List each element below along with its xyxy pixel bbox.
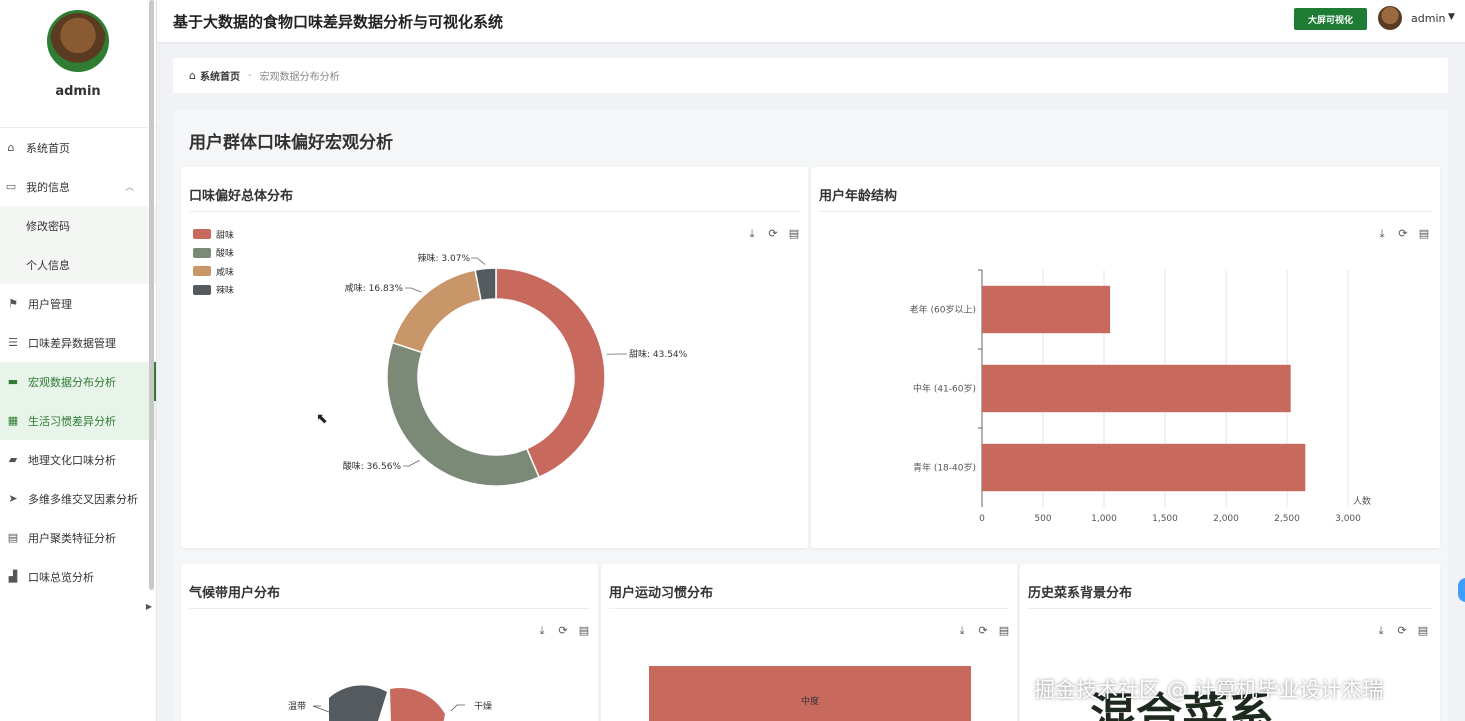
book-icon: ▰ [8, 453, 18, 466]
pie-slice-temperate [329, 685, 387, 721]
sidebar-item-cluster[interactable]: ▤ 用户聚类特征分析 [0, 518, 156, 557]
age-structure-card: 用户年龄结构 ⤓ ⟳ ▤ 0 500 1,000 1,500 2,000 2,500 3,0… [811, 167, 1440, 548]
sidebar-item-label: 多维多维交叉因素分析 [28, 492, 138, 506]
mouse-cursor: ⬉ [316, 411, 328, 427]
sidebar-item-label: 用户管理 [28, 297, 72, 311]
sidebar-item-change-password[interactable]: 修改密码 [0, 206, 156, 245]
sidebar-item-cross-factor[interactable]: ➤ 多维多维交叉因素分析 [0, 479, 156, 518]
sidebar-item-label: 生活习惯差异分析 [28, 414, 116, 428]
x-tick-label: 2,500 [1274, 514, 1300, 524]
clipboard-icon: ▤ [7, 531, 19, 544]
sidebar: admin ⌂ 系统首页 ▭ 我的信息 ︿ 修改密码 个人信息 ⚑ 用户管理 ☰… [0, 0, 157, 721]
exercise-distribution-card: 用户运动习惯分布 ⤓ ⟳ ▤ 中度 [601, 564, 1017, 721]
slice-label: 酸味: 36.56% [343, 460, 402, 472]
sidebar-item-label: 口味差异数据管理 [28, 336, 116, 350]
avatar[interactable] [47, 10, 109, 72]
pie-slice-dry [390, 688, 445, 721]
home-icon: ⌂ [189, 69, 196, 82]
sidebar-item-home[interactable]: ⌂ 系统首页 [0, 128, 156, 167]
y-tick-label: 中年 (41-60岁) [913, 383, 976, 395]
page-title: 用户群体口味偏好宏观分析 [189, 133, 393, 153]
grid-icon: ▦ [7, 414, 19, 427]
climate-distribution-card: 气候带用户分布 ⤓ ⟳ ▤ 温带 干燥 [181, 564, 598, 721]
breadcrumb-current: 宏观数据分布分析 [259, 72, 340, 83]
briefcase-icon: ▬ [7, 375, 19, 388]
chevron-right-icon[interactable]: ▶ [146, 602, 152, 611]
label-line [405, 287, 422, 293]
x-tick-label: 0 [979, 514, 985, 524]
sidebar-item-geo-culture[interactable]: ▰ 地理文化口味分析 [0, 440, 156, 479]
slice-label: 温带 [288, 701, 306, 712]
sidebar-item-lifestyle-analysis[interactable]: ▦ 生活习惯差异分析 [0, 401, 156, 440]
home-icon: ⌂ [7, 141, 15, 154]
x-axis-label: 人数 [1353, 495, 1371, 507]
sidebar-item-label: 用户聚类特征分析 [28, 531, 116, 545]
sidebar-profile: admin [0, 10, 156, 128]
donut-slice [391, 269, 482, 354]
breadcrumb-home[interactable]: 系统首页 [200, 68, 240, 83]
app-title: 基于大数据的食物口味差异数据分析与可视化系统 [173, 13, 504, 31]
sidebar-item-macro-analysis[interactable]: ▬ 宏观数据分布分析 [0, 362, 156, 401]
donut-slice [495, 267, 606, 479]
sidebar-item-my-info[interactable]: ▭ 我的信息 ︿ [0, 167, 156, 206]
climate-pie-chart[interactable]: 温带 干燥 [181, 564, 598, 721]
slice-label: 辣味: 3.07% [418, 252, 471, 264]
sidebar-item-personal-info[interactable]: 个人信息 [0, 245, 156, 284]
flag-icon: ⚑ [8, 297, 18, 310]
taste-donut-chart[interactable]: 甜味: 43.54% 酸味: 36.56% 咸味: 16.83% 辣味: 3.07% [181, 167, 808, 548]
donut-slice [386, 341, 541, 487]
exercise-funnel-chart[interactable]: 中度 [601, 564, 1017, 721]
x-tick-label: 1,500 [1152, 514, 1178, 524]
x-tick-label: 2,000 [1213, 514, 1239, 524]
sidebar-item-label: 地理文化口味分析 [28, 453, 116, 467]
bar [982, 443, 1306, 492]
slice-label: 甜味: 43.54% [629, 348, 688, 360]
slice-label: 咸味: 16.83% [345, 282, 404, 294]
taste-distribution-card: 口味偏好总体分布 ⤓ ⟳ ▤ 甜味 酸味 咸味 辣味 甜味: 43.54% 酸味:… [181, 167, 808, 548]
sidebar-item-label: 宏观数据分布分析 [28, 375, 116, 389]
breadcrumb-separator: - [247, 70, 252, 81]
y-tick-label: 老年 (60岁以上) [910, 304, 976, 316]
y-tick-label: 青年 (18-40岁) [913, 462, 976, 474]
x-tick-label: 1,000 [1091, 514, 1117, 524]
x-tick-label: 500 [1034, 514, 1051, 524]
caret-down-icon[interactable]: ▼ [1448, 12, 1455, 22]
sidebar-item-label: 口味总览分析 [28, 570, 94, 584]
sidebar-scrollbar[interactable] [149, 0, 154, 590]
label-line [403, 459, 420, 467]
x-tick-label: 3,000 [1335, 514, 1361, 524]
sidebar-item-label: 系统首页 [26, 141, 70, 155]
segment-label: 中度 [801, 695, 819, 707]
sidebar-item-label: 我的信息 [26, 180, 70, 194]
breadcrumb: ⌂ 系统首页 - 宏观数据分布分析 [173, 58, 1448, 93]
slice-label: 干燥 [474, 701, 492, 712]
age-bar-chart[interactable]: 0 500 1,000 1,500 2,000 2,500 3,000 老年 (60岁以上) 中… [811, 167, 1440, 548]
sidebar-item-taste-data[interactable]: ☰ 口味差异数据管理 [0, 323, 156, 362]
label-line [450, 704, 465, 712]
main-content: 用户群体口味偏好宏观分析 口味偏好总体分布 ⤓ ⟳ ▤ 甜味 酸味 咸味 辣味 … [173, 110, 1448, 721]
sidebar-item-label: 个人信息 [26, 258, 70, 272]
sidebar-item-overview[interactable]: ▟ 口味总览分析 [0, 557, 156, 596]
id-card-icon: ▭ [5, 180, 17, 193]
funnel-segment [649, 666, 971, 721]
chart-icon: ▟ [8, 570, 18, 583]
label-line [312, 705, 330, 713]
big-screen-button[interactable]: 大屏可视化 [1294, 8, 1367, 30]
list-icon: ☰ [8, 336, 18, 349]
label-line [471, 257, 486, 265]
sidebar-item-user-management[interactable]: ⚑ 用户管理 [0, 284, 156, 323]
user-name[interactable]: admin [1411, 12, 1445, 25]
sidebar-item-label: 修改密码 [26, 219, 70, 233]
watermark: 掘金技术社区 @ 计算机毕业设计杰瑞 [1034, 678, 1384, 702]
user-avatar[interactable] [1378, 6, 1402, 30]
chevron-up-icon: ︿ [124, 183, 134, 193]
top-header: 基于大数据的食物口味差异数据分析与可视化系统 大屏可视化 admin ▼ [157, 0, 1465, 42]
side-floating-tab[interactable] [1458, 578, 1465, 602]
bar [982, 285, 1111, 334]
bar [982, 364, 1291, 413]
paper-plane-icon: ➤ [8, 492, 18, 505]
profile-name: admin [55, 84, 101, 99]
